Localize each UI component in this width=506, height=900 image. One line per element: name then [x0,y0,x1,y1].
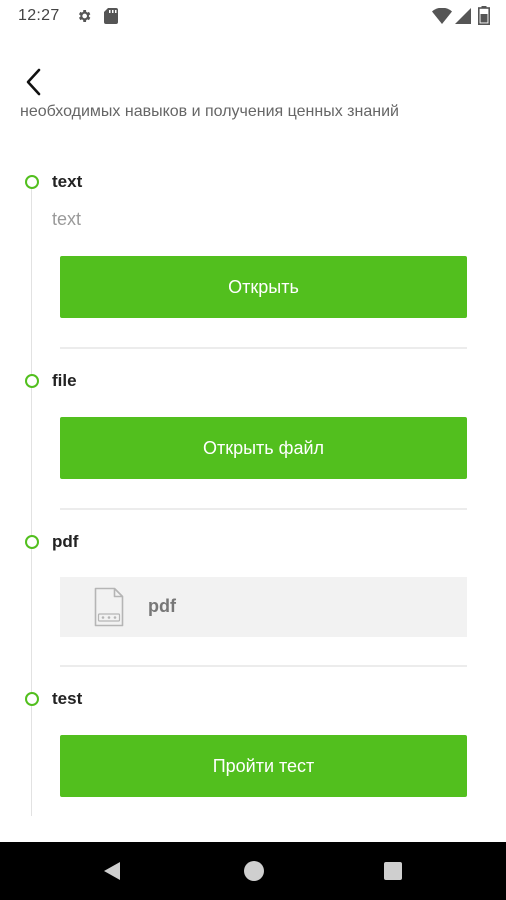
sd-card-icon [104,8,118,24]
wifi-icon [432,8,452,24]
divider [60,347,467,349]
status-time: 12:27 [18,7,60,24]
status-bar: 12:27 [0,0,506,32]
timeline-dot [25,374,39,388]
item-title-text: text [52,172,83,191]
item-title-pdf: pdf [52,532,79,551]
navigation-bar [0,842,506,900]
pdf-file-label: pdf [148,596,176,616]
intro-text-container: необходимых навыков и получения ценных з… [0,100,506,144]
open-button[interactable]: Открыть [60,256,467,318]
nav-back-icon[interactable] [101,860,123,882]
item-title-test: test [52,689,83,708]
battery-icon [478,6,490,25]
open-file-button[interactable]: Открыть файл [60,417,467,479]
gear-icon [79,10,91,22]
divider [60,665,467,667]
back-button[interactable] [18,64,48,100]
item-description-text: text [52,209,82,229]
chevron-left-icon [26,68,41,96]
timeline-line [31,184,32,816]
timeline-dot [25,175,39,189]
take-test-button[interactable]: Пройти тест [60,735,467,797]
signal-icon [455,8,471,24]
nav-home-icon[interactable] [244,861,264,881]
pdf-file-card[interactable]: pdf [60,577,467,637]
intro-text: необходимых навыков и получения ценных з… [20,103,399,120]
item-title-file: file [52,371,77,390]
timeline-dot [25,535,39,549]
divider [60,508,467,510]
document-icon [94,587,124,627]
nav-recents-icon[interactable] [384,862,402,880]
timeline-dot [25,692,39,706]
